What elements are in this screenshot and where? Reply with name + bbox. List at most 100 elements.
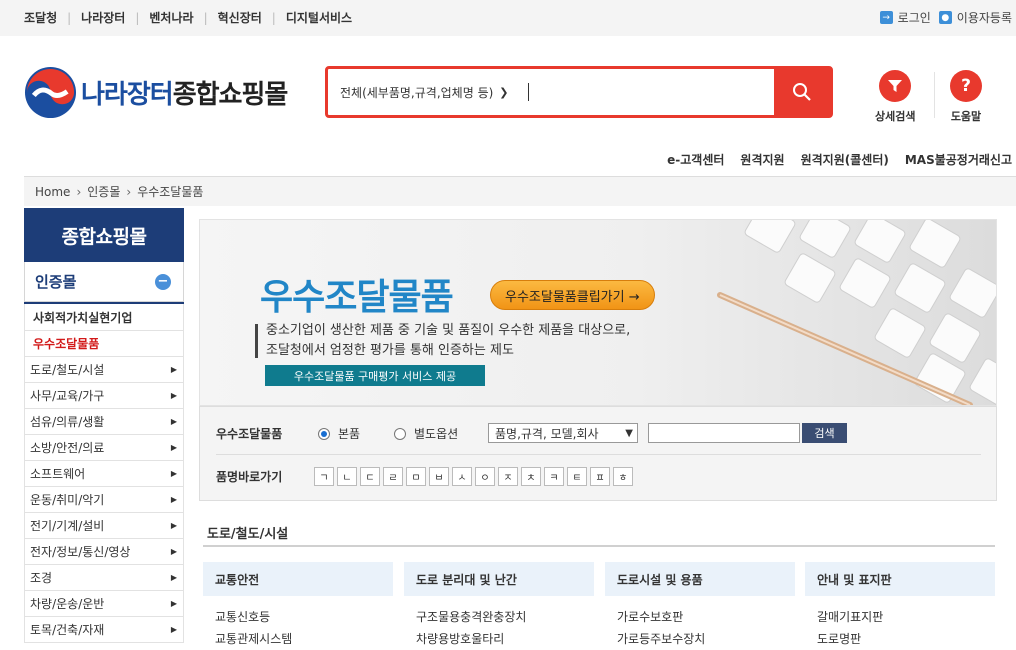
jamo-button[interactable]: ㅊ xyxy=(521,467,541,486)
jamo-label: 품명바로가기 xyxy=(216,470,283,484)
jamo-button[interactable]: ㅈ xyxy=(498,467,518,486)
category-link[interactable]: 도로명판 xyxy=(817,628,995,650)
category-link[interactable]: 갈매기표지판 xyxy=(817,606,995,628)
caret-right-icon: ▶ xyxy=(170,443,177,452)
sidebar-title: 종합쇼핑몰 xyxy=(24,208,184,262)
category-column-head[interactable]: 도로 분리대 및 난간 xyxy=(404,562,594,596)
jamo-button[interactable]: ㄹ xyxy=(383,467,403,486)
banner-service-button[interactable]: 우수조달물품 구매평가 서비스 제공 xyxy=(265,365,485,386)
radio-option[interactable]: 별도옵션 xyxy=(394,425,458,442)
jamo-button[interactable]: ㅋ xyxy=(544,467,564,486)
help-button[interactable]: ? 도움말 xyxy=(950,70,982,124)
sidebar-item-electronics[interactable]: 전자/정보/통신/영상 ▶ xyxy=(24,539,184,565)
search-button[interactable] xyxy=(774,69,830,115)
jamo-button[interactable]: ㅂ xyxy=(429,467,449,486)
sidebar-item-sports[interactable]: 운동/취미/악기 ▶ xyxy=(24,487,184,513)
category-column-head[interactable]: 도로시설 및 용품 xyxy=(605,562,795,596)
category-link[interactable]: 가로등주보수장치 xyxy=(617,628,795,650)
sidebar-item-software[interactable]: 소프트웨어 ▶ xyxy=(24,461,184,487)
filter-field-select[interactable]: 품명,규격, 모델,회사 ▼ xyxy=(488,423,638,443)
jamo-button[interactable]: ㅍ xyxy=(590,467,610,486)
jamo-button[interactable]: ㅎ xyxy=(613,467,633,486)
jamo-button[interactable]: ㅇ xyxy=(475,467,495,486)
filter-search-button[interactable]: 검색 xyxy=(802,423,847,443)
detail-search-button[interactable]: 상세검색 xyxy=(875,70,915,124)
jamo-button[interactable]: ㅅ xyxy=(452,467,472,486)
jamo-button[interactable]: ㅌ xyxy=(567,467,587,486)
breadcrumb-current: 우수조달물품 xyxy=(137,185,204,199)
top-nav-pps[interactable]: 조달청 xyxy=(24,9,57,26)
sidebar-item-office[interactable]: 사무/교육/가구 ▶ xyxy=(24,383,184,409)
remote-support-link[interactable]: 원격지원 xyxy=(740,151,784,168)
top-nav-narajangteo[interactable]: 나라장터 xyxy=(81,9,125,26)
jamo-button[interactable]: ㄷ xyxy=(360,467,380,486)
user-icon: ● xyxy=(938,11,952,24)
caret-right-icon: ▶ xyxy=(170,547,177,556)
category-column-head[interactable]: 교통안전 xyxy=(203,562,393,596)
keyboard-pen-illustration xyxy=(717,220,996,405)
sidebar-item-textile[interactable]: 섬유/의류/생활 ▶ xyxy=(24,409,184,435)
radio-main-product[interactable]: 본품 xyxy=(318,425,360,442)
login-link[interactable]: → 로그인 xyxy=(879,9,931,26)
category-link[interactable]: 교통신호등 xyxy=(215,606,393,628)
banner-clip-button[interactable]: 우수조달물품클립가기 → xyxy=(490,280,655,310)
taegeuk-logo-icon xyxy=(24,66,77,119)
category-column-head[interactable]: 안내 및 표지판 xyxy=(805,562,995,596)
category-link[interactable]: 차량용방호울타리 xyxy=(416,628,594,650)
caret-right-icon: ▶ xyxy=(170,521,177,530)
jamo-button[interactable]: ㄱ xyxy=(314,467,334,486)
caret-right-icon: ▶ xyxy=(170,599,177,608)
e-customer-center-link[interactable]: e-고객센터 xyxy=(667,151,724,168)
register-link[interactable]: ● 이용자등록 xyxy=(938,9,1012,26)
sidebar-item-electric[interactable]: 전기/기계/설비 ▶ xyxy=(24,513,184,539)
sidebar-section-cert-mall[interactable]: 인증몰 − xyxy=(24,262,184,302)
caret-right-icon: ▶ xyxy=(170,495,177,504)
hero-banner: 우수조달물품 우수조달물품클립가기 → 중소기업이 생산한 제품 중 기술 및 … xyxy=(199,219,997,406)
jamo-index: ㄱ ㄴ ㄷ ㄹ ㅁ ㅂ ㅅ ㅇ ㅈ ㅊ ㅋ ㅌ ㅍ ㅎ xyxy=(314,467,636,486)
search-box: 전체(세부품명,규격,업체명 등) ❯ xyxy=(325,66,833,118)
caret-right-icon: ▶ xyxy=(170,469,177,478)
sidebar: 종합쇼핑몰 인증몰 − 사회적가치실현기업 우수조달물품 도로/철도/시설 ▶ 사무… xyxy=(24,208,184,643)
question-icon: ? xyxy=(950,70,982,102)
caret-right-icon: ▶ xyxy=(170,573,177,582)
sidebar-item-road[interactable]: 도로/철도/시설 ▶ xyxy=(24,357,184,383)
chevron-down-icon: ▼ xyxy=(625,427,633,439)
util-links: → 로그인 ● 이용자등록 xyxy=(872,9,1012,26)
caret-right-icon: ▶ xyxy=(170,391,177,400)
top-nav-venture[interactable]: 벤처나라 xyxy=(149,9,193,26)
sidebar-item-social-value[interactable]: 사회적가치실현기업 xyxy=(24,304,184,331)
category-link[interactable]: 교통관제시스템 xyxy=(215,628,393,650)
breadcrumb-cert-mall[interactable]: 인증몰 xyxy=(87,183,120,200)
search-icon xyxy=(793,83,811,101)
remote-support-call-link[interactable]: 원격지원(콜센터) xyxy=(801,151,889,168)
sidebar-item-excellent-products[interactable]: 우수조달물품 xyxy=(24,331,184,357)
breadcrumb-home[interactable]: Home xyxy=(35,185,70,199)
top-nav-innovation[interactable]: 혁신장터 xyxy=(218,9,262,26)
sidebar-item-civil[interactable]: 토목/건축/자재 ▶ xyxy=(24,617,184,643)
sidebar-item-fire-safety[interactable]: 소방/안전/의료 ▶ xyxy=(24,435,184,461)
collapse-icon: − xyxy=(155,273,171,290)
radio-checked-icon xyxy=(318,427,330,440)
jamo-button[interactable]: ㄴ xyxy=(337,467,357,486)
search-category-select[interactable]: 전체(세부품명,규격,업체명 등) ❯ xyxy=(328,69,528,115)
mas-report-link[interactable]: MAS불공정거래신고 xyxy=(905,151,1012,168)
radio-unchecked-icon xyxy=(394,427,406,440)
category-column: 안내 및 표지판 갈매기표지판 도로명판 xyxy=(805,562,995,650)
filter-search-input[interactable] xyxy=(648,423,800,443)
category-link[interactable]: 구조물용충격완충장치 xyxy=(416,606,594,628)
sidebar-item-landscape[interactable]: 조경 ▶ xyxy=(24,565,184,591)
top-nav-digital[interactable]: 디지털서비스 xyxy=(286,9,352,26)
category-column: 도로시설 및 용품 가로수보호판 가로등주보수장치 xyxy=(605,562,795,650)
top-bar: 조달청 | 나라장터 | 벤처나라 | 혁신장터 | 디지털서비스 → 로그인 ● 이용자등… xyxy=(0,0,1016,36)
login-icon: → xyxy=(879,11,893,24)
site-logo[interactable]: 나라장터종합쇼핑몰 xyxy=(24,66,288,119)
jamo-button[interactable]: ㅁ xyxy=(406,467,426,486)
search-input[interactable] xyxy=(529,69,774,115)
top-nav: 조달청 | 나라장터 | 벤처나라 | 혁신장터 | 디지털서비스 xyxy=(24,9,353,26)
sidebar-item-vehicle[interactable]: 차량/운송/운반 ▶ xyxy=(24,591,184,617)
category-link[interactable]: 가로수보호판 xyxy=(617,606,795,628)
filter-icon xyxy=(879,70,912,102)
category-column: 교통안전 교통신호등 교통관제시스템 xyxy=(203,562,393,650)
filter-panel: 우수조달물품 본품 별도옵션 품명,규격, 모델,회사 ▼ 검색 품명바로가기 ㄱ… xyxy=(199,406,997,501)
caret-right-icon: ▶ xyxy=(170,417,177,426)
